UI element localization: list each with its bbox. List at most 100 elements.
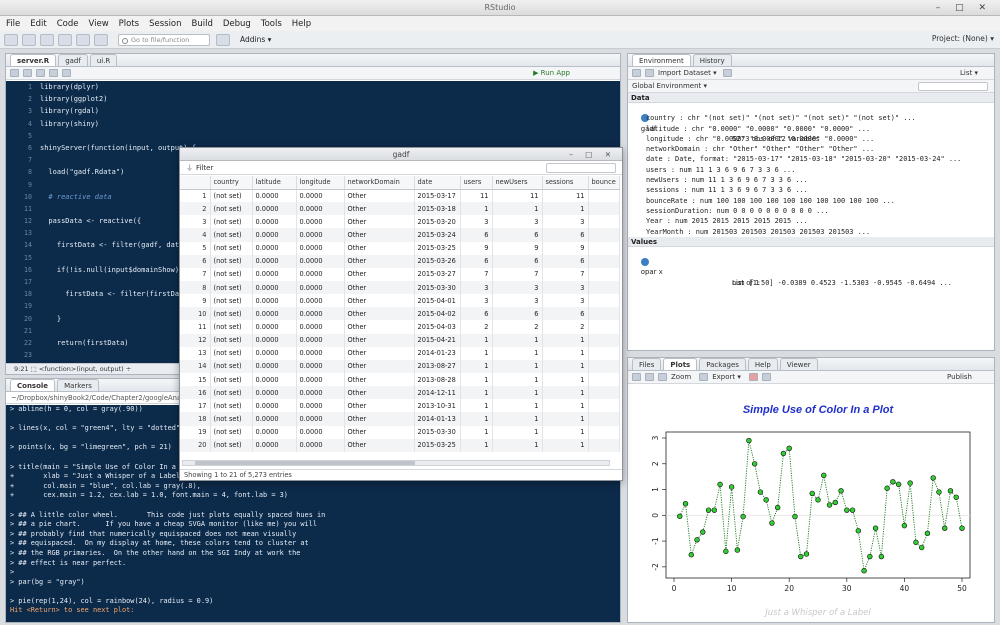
list-view-menu[interactable]: List ▾ — [960, 69, 978, 77]
tab-markers[interactable]: Markers — [57, 379, 99, 391]
grid-layout-icon[interactable] — [216, 33, 230, 46]
project-menu[interactable]: Project: (None) ▾ — [932, 34, 994, 43]
column-header[interactable]: longitude — [296, 176, 345, 190]
table-row[interactable]: 8 (not set) 0.0000 0.0000 Other 2015-03-30 3 3 3 — [180, 280, 620, 295]
table-row[interactable]: 4 (not set) 0.0000 0.0000 Other 2015-03-24 6 6 6 — [180, 228, 620, 242]
column-header[interactable]: country — [210, 176, 253, 190]
table-row[interactable]: 20 (not set) 0.0000 0.0000 Other 2015-03-25 1 1… — [180, 438, 620, 452]
menu-code[interactable]: Code — [57, 19, 79, 29]
save-all-icon[interactable] — [76, 33, 90, 46]
tab-viewer[interactable]: Viewer — [779, 358, 818, 370]
menu-plots[interactable]: Plots — [119, 19, 139, 29]
table-cell: 0.0000 — [252, 307, 297, 321]
column-header[interactable] — [180, 176, 211, 190]
global-environment-menu[interactable]: Global Environment ▾ — [632, 82, 707, 90]
tab-environment[interactable]: Environment — [632, 54, 691, 66]
column-header[interactable]: latitude — [252, 176, 297, 190]
table-row[interactable]: 1 (not set) 0.0000 0.0000 Other 2015-03-17 11 1… — [180, 189, 620, 203]
new-file-icon[interactable] — [4, 33, 18, 46]
data-grid[interactable]: country latitude longitude networkDomain dat… — [180, 176, 622, 456]
variable-row: country : chr "(not set)" "(not set)" "(… — [646, 114, 916, 123]
export-menu[interactable]: Export ▾ — [712, 373, 741, 381]
table-row[interactable]: 16 (not set) 0.0000 0.0000 Other 2014-12-11 1 1… — [180, 386, 620, 400]
data-point — [763, 497, 769, 503]
tab-plots[interactable]: Plots — [663, 358, 698, 370]
viewer-window-controls[interactable]: – □ ✕ — [569, 148, 616, 161]
gadf-object-row[interactable]: gadf 5273 obs. of 12 variables — [628, 103, 994, 143]
menu-tools[interactable]: Tools — [261, 19, 282, 29]
menu-edit[interactable]: Edit — [30, 19, 46, 29]
wand-icon[interactable] — [62, 69, 71, 77]
broom-icon[interactable] — [761, 373, 771, 381]
run-app-button[interactable]: ▶ Run App — [533, 69, 570, 77]
table-row[interactable]: 10 (not set) 0.0000 0.0000 Other 2015-04-02 6 6… — [180, 307, 620, 321]
x-tick-label: 50 — [957, 584, 967, 593]
import-dataset-button[interactable]: Import Dataset ▾ — [658, 69, 717, 77]
menu-help[interactable]: Help — [292, 19, 311, 29]
column-header[interactable]: sessions — [542, 176, 589, 190]
remove-plot-icon[interactable] — [748, 373, 758, 381]
x-row[interactable]: x num [1:50] -0.0389 0.4523 -1.5303 -0.9… — [628, 257, 994, 286]
tab-files[interactable]: Files — [632, 358, 662, 370]
open-file-icon[interactable] — [40, 33, 54, 46]
filter-icon[interactable]: ⏚ — [186, 163, 193, 173]
opar-row[interactable]: opar List of 1 — [628, 247, 994, 287]
zoom-icon[interactable] — [658, 373, 667, 381]
back-icon[interactable] — [10, 69, 19, 77]
back-arrow-icon[interactable] — [632, 373, 641, 381]
broom-icon[interactable] — [722, 69, 732, 77]
tab-ui-r[interactable]: ui.R — [89, 54, 118, 66]
search-icon[interactable] — [49, 69, 58, 77]
table-row[interactable]: 2 (not set) 0.0000 0.0000 Other 2015-03-18 1 1 1 — [180, 202, 620, 216]
tab-help[interactable]: Help — [747, 358, 778, 370]
new-project-icon[interactable] — [22, 33, 36, 46]
tab-console[interactable]: Console — [10, 379, 56, 391]
column-header[interactable]: bounce — [588, 176, 620, 190]
filter-button[interactable]: Filter — [196, 164, 213, 172]
table-row[interactable]: 19 (not set) 0.0000 0.0000 Other 2015-03-30 1 1… — [180, 425, 620, 439]
table-row[interactable]: 9 (not set) 0.0000 0.0000 Other 2015-04-01 3 3 3 — [180, 294, 620, 308]
menu-view[interactable]: View — [88, 19, 108, 29]
menu-debug[interactable]: Debug — [223, 19, 251, 29]
table-row[interactable]: 11 (not set) 0.0000 0.0000 Other 2015-04-03 2 2… — [180, 320, 620, 334]
load-icon[interactable] — [632, 69, 641, 77]
column-header[interactable]: newUsers — [492, 176, 543, 190]
table-row[interactable]: 7 (not set) 0.0000 0.0000 Other 2015-03-27 7 7 7 — [180, 267, 620, 281]
table-row[interactable]: 15 (not set) 0.0000 0.0000 Other 2013-08-28 1 1… — [180, 372, 620, 387]
forward-arrow-icon[interactable] — [645, 373, 654, 381]
table-row[interactable]: 12 (not set) 0.0000 0.0000 Other 2015-04-21 1 1… — [180, 333, 620, 347]
table-row[interactable]: 3 (not set) 0.0000 0.0000 Other 2015-03-20 3 3 3 — [180, 215, 620, 229]
save-icon[interactable] — [36, 69, 45, 77]
goto-file-input[interactable]: Go to file/function — [118, 33, 210, 46]
menu-session[interactable]: Session — [149, 19, 181, 29]
table-row[interactable]: 13 (not set) 0.0000 0.0000 Other 2014-01-23 1 1… — [180, 346, 620, 360]
table-cell: (not set) — [210, 386, 253, 400]
export-icon[interactable] — [699, 373, 709, 381]
save-icon[interactable] — [645, 69, 654, 77]
tab-server-r[interactable]: server.R — [10, 54, 57, 66]
table-row[interactable]: 5 (not set) 0.0000 0.0000 Other 2015-03-25 9 9 9 — [180, 241, 620, 255]
viewer-search-input[interactable] — [546, 163, 616, 173]
horizontal-scrollbar[interactable] — [182, 460, 610, 466]
table-row[interactable]: 18 (not set) 0.0000 0.0000 Other 2014-01-13 1 1… — [180, 412, 620, 426]
publish-button[interactable]: Publish — [947, 373, 972, 381]
column-header[interactable]: networkDomain — [344, 176, 415, 190]
menu-build[interactable]: Build — [192, 19, 213, 29]
table-row[interactable]: 6 (not set) 0.0000 0.0000 Other 2015-03-26 6 6 6 — [180, 254, 620, 268]
window-controls[interactable]: – □ ✕ — [936, 0, 992, 16]
column-header[interactable]: users — [460, 176, 493, 190]
tab-history[interactable]: History — [692, 54, 732, 66]
table-row[interactable]: 14 (not set) 0.0000 0.0000 Other 2013-08-27 1 1… — [180, 359, 620, 373]
table-row[interactable]: 17 (not set) 0.0000 0.0000 Other 2013-10-31 1 1… — [180, 399, 620, 413]
forward-icon[interactable] — [23, 69, 32, 77]
print-icon[interactable] — [94, 33, 108, 46]
tab-gadf[interactable]: gadf — [58, 54, 88, 66]
menu-file[interactable]: File — [6, 19, 20, 29]
save-icon[interactable] — [58, 33, 72, 46]
column-header[interactable]: date — [414, 176, 461, 190]
addins-menu[interactable]: Addins ▾ — [240, 35, 271, 44]
table-cell: 14 — [180, 359, 211, 373]
tab-packages[interactable]: Packages — [699, 358, 746, 370]
environment-search-input[interactable] — [918, 81, 988, 91]
zoom-button[interactable]: Zoom — [671, 373, 691, 381]
